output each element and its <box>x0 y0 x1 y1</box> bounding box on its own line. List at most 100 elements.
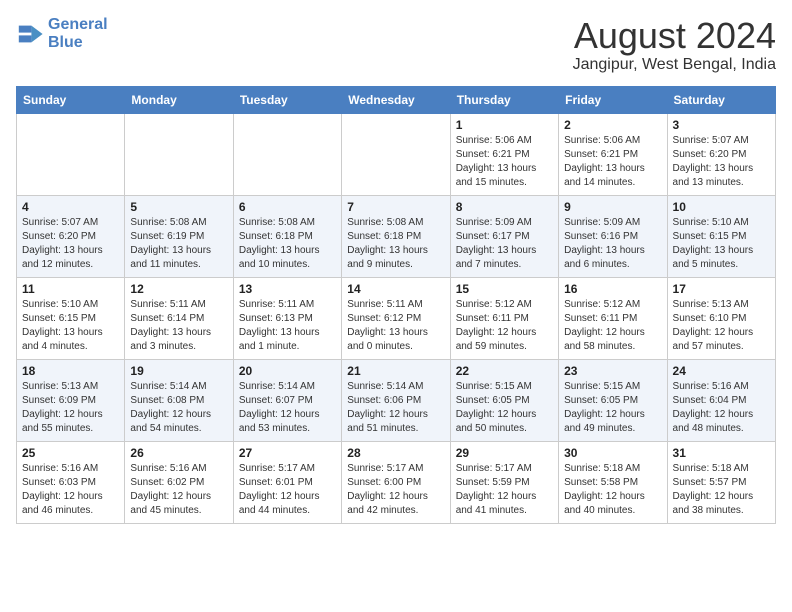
calendar-cell: 30Sunrise: 5:18 AM Sunset: 5:58 PM Dayli… <box>559 441 667 523</box>
logo-text: General Blue <box>48 16 108 52</box>
day-info: Sunrise: 5:06 AM Sunset: 6:21 PM Dayligh… <box>564 134 661 190</box>
calendar-cell <box>17 113 125 195</box>
day-number: 8 <box>456 200 553 214</box>
calendar-cell: 13 Sunrise: 5:11 AM Sunset: 6:13 PM Dayli… <box>233 277 341 359</box>
day-info: Sunrise: 5:09 AM Sunset: 6:16 PM Dayligh… <box>564 216 661 272</box>
calendar-cell: 29Sunrise: 5:17 AM Sunset: 5:59 PM Dayli… <box>450 441 558 523</box>
weekday-header-cell: Saturday <box>667 86 775 113</box>
day-info: Sunrise: 5:08 AM Sunset: 6:19 PM Dayligh… <box>130 216 227 272</box>
calendar-cell: 20 Sunrise: 5:14 AM Sunset: 6:07 PM Dayli… <box>233 359 341 441</box>
day-number: 24 <box>673 364 770 378</box>
day-info: Sunrise: 5:16 AM Sunset: 6:02 PM Dayligh… <box>130 462 227 518</box>
day-info: Sunrise: 5:12 AM Sunset: 6:11 PM Dayligh… <box>456 298 553 354</box>
day-number: 10 <box>673 200 770 214</box>
page-title: August 2024 <box>573 16 776 56</box>
day-info: Sunrise: 5:08 AM Sunset: 6:18 PM Dayligh… <box>347 216 444 272</box>
day-number: 6 <box>239 200 336 214</box>
day-number: 22 <box>456 364 553 378</box>
page-subtitle: Jangipur, West Bengal, India <box>573 56 776 74</box>
calendar-cell <box>342 113 450 195</box>
calendar-body: 1Sunrise: 5:06 AM Sunset: 6:21 PM Daylig… <box>17 113 776 523</box>
calendar-cell: 12 Sunrise: 5:11 AM Sunset: 6:14 PM Dayli… <box>125 277 233 359</box>
day-number: 12 <box>130 282 227 296</box>
weekday-header-cell: Thursday <box>450 86 558 113</box>
day-number: 9 <box>564 200 661 214</box>
day-number: 16 <box>564 282 661 296</box>
day-number: 28 <box>347 446 444 460</box>
calendar-cell: 3 Sunrise: 5:07 AM Sunset: 6:20 PM Daylig… <box>667 113 775 195</box>
day-info: Sunrise: 5:14 AM Sunset: 6:08 PM Dayligh… <box>130 380 227 436</box>
day-info: Sunrise: 5:07 AM Sunset: 6:20 PM Dayligh… <box>22 216 119 272</box>
day-number: 5 <box>130 200 227 214</box>
day-number: 2 <box>564 118 661 132</box>
day-info: Sunrise: 5:11 AM Sunset: 6:14 PM Dayligh… <box>130 298 227 354</box>
calendar-cell: 2 Sunrise: 5:06 AM Sunset: 6:21 PM Daylig… <box>559 113 667 195</box>
day-number: 13 <box>239 282 336 296</box>
calendar-cell: 23 Sunrise: 5:15 AM Sunset: 6:05 PM Dayli… <box>559 359 667 441</box>
day-info: Sunrise: 5:13 AM Sunset: 6:10 PM Dayligh… <box>673 298 770 354</box>
day-number: 25 <box>22 446 119 460</box>
day-info: Sunrise: 5:15 AM Sunset: 6:05 PM Dayligh… <box>564 380 661 436</box>
logo-icon <box>16 20 44 48</box>
calendar-table: SundayMondayTuesdayWednesdayThursdayFrid… <box>16 86 776 524</box>
calendar-cell: 22 Sunrise: 5:15 AM Sunset: 6:05 PM Dayli… <box>450 359 558 441</box>
calendar-cell: 4 Sunrise: 5:07 AM Sunset: 6:20 PM Daylig… <box>17 195 125 277</box>
day-info: Sunrise: 5:17 AM Sunset: 5:59 PM Dayligh… <box>456 462 553 518</box>
calendar-cell: 25 Sunrise: 5:16 AM Sunset: 6:03 PM Dayli… <box>17 441 125 523</box>
day-number: 27 <box>239 446 336 460</box>
day-number: 31 <box>673 446 770 460</box>
day-info: Sunrise: 5:11 AM Sunset: 6:12 PM Dayligh… <box>347 298 444 354</box>
day-info: Sunrise: 5:16 AM Sunset: 6:04 PM Dayligh… <box>673 380 770 436</box>
day-number: 18 <box>22 364 119 378</box>
calendar-cell: 10 Sunrise: 5:10 AM Sunset: 6:15 PM Dayli… <box>667 195 775 277</box>
weekday-header-row: SundayMondayTuesdayWednesdayThursdayFrid… <box>17 86 776 113</box>
calendar-week-row: 18Sunrise: 5:13 AM Sunset: 6:09 PM Dayli… <box>17 359 776 441</box>
calendar-cell: 8 Sunrise: 5:09 AM Sunset: 6:17 PM Daylig… <box>450 195 558 277</box>
day-number: 23 <box>564 364 661 378</box>
calendar-cell: 6 Sunrise: 5:08 AM Sunset: 6:18 PM Daylig… <box>233 195 341 277</box>
page-header: General Blue August 2024 Jangipur, West … <box>16 16 776 74</box>
day-info: Sunrise: 5:10 AM Sunset: 6:15 PM Dayligh… <box>22 298 119 354</box>
calendar-cell <box>233 113 341 195</box>
day-info: Sunrise: 5:10 AM Sunset: 6:15 PM Dayligh… <box>673 216 770 272</box>
calendar-cell: 31Sunrise: 5:18 AM Sunset: 5:57 PM Dayli… <box>667 441 775 523</box>
calendar-cell: 18Sunrise: 5:13 AM Sunset: 6:09 PM Dayli… <box>17 359 125 441</box>
day-info: Sunrise: 5:15 AM Sunset: 6:05 PM Dayligh… <box>456 380 553 436</box>
calendar-week-row: 4 Sunrise: 5:07 AM Sunset: 6:20 PM Daylig… <box>17 195 776 277</box>
day-number: 15 <box>456 282 553 296</box>
day-info: Sunrise: 5:16 AM Sunset: 6:03 PM Dayligh… <box>22 462 119 518</box>
calendar-cell: 27Sunrise: 5:17 AM Sunset: 6:01 PM Dayli… <box>233 441 341 523</box>
title-block: August 2024 Jangipur, West Bengal, India <box>573 16 776 74</box>
day-info: Sunrise: 5:11 AM Sunset: 6:13 PM Dayligh… <box>239 298 336 354</box>
calendar-week-row: 11Sunrise: 5:10 AM Sunset: 6:15 PM Dayli… <box>17 277 776 359</box>
day-number: 19 <box>130 364 227 378</box>
day-number: 4 <box>22 200 119 214</box>
day-number: 14 <box>347 282 444 296</box>
calendar-cell: 24 Sunrise: 5:16 AM Sunset: 6:04 PM Dayli… <box>667 359 775 441</box>
calendar-cell: 16 Sunrise: 5:12 AM Sunset: 6:11 PM Dayli… <box>559 277 667 359</box>
day-info: Sunrise: 5:09 AM Sunset: 6:17 PM Dayligh… <box>456 216 553 272</box>
day-info: Sunrise: 5:08 AM Sunset: 6:18 PM Dayligh… <box>239 216 336 272</box>
day-number: 26 <box>130 446 227 460</box>
calendar-cell: 9 Sunrise: 5:09 AM Sunset: 6:16 PM Daylig… <box>559 195 667 277</box>
calendar-cell: 11Sunrise: 5:10 AM Sunset: 6:15 PM Dayli… <box>17 277 125 359</box>
calendar-cell: 1Sunrise: 5:06 AM Sunset: 6:21 PM Daylig… <box>450 113 558 195</box>
calendar-cell: 7 Sunrise: 5:08 AM Sunset: 6:18 PM Daylig… <box>342 195 450 277</box>
calendar-week-row: 1Sunrise: 5:06 AM Sunset: 6:21 PM Daylig… <box>17 113 776 195</box>
day-info: Sunrise: 5:14 AM Sunset: 6:07 PM Dayligh… <box>239 380 336 436</box>
calendar-cell: 26 Sunrise: 5:16 AM Sunset: 6:02 PM Dayli… <box>125 441 233 523</box>
day-info: Sunrise: 5:12 AM Sunset: 6:11 PM Dayligh… <box>564 298 661 354</box>
weekday-header-cell: Tuesday <box>233 86 341 113</box>
weekday-header-cell: Monday <box>125 86 233 113</box>
day-number: 17 <box>673 282 770 296</box>
day-info: Sunrise: 5:18 AM Sunset: 5:58 PM Dayligh… <box>564 462 661 518</box>
day-info: Sunrise: 5:14 AM Sunset: 6:06 PM Dayligh… <box>347 380 444 436</box>
calendar-cell: 28Sunrise: 5:17 AM Sunset: 6:00 PM Dayli… <box>342 441 450 523</box>
day-number: 3 <box>673 118 770 132</box>
day-info: Sunrise: 5:07 AM Sunset: 6:20 PM Dayligh… <box>673 134 770 190</box>
calendar-cell: 17 Sunrise: 5:13 AM Sunset: 6:10 PM Dayli… <box>667 277 775 359</box>
day-number: 20 <box>239 364 336 378</box>
calendar-cell: 5 Sunrise: 5:08 AM Sunset: 6:19 PM Daylig… <box>125 195 233 277</box>
day-number: 7 <box>347 200 444 214</box>
calendar-cell: 14 Sunrise: 5:11 AM Sunset: 6:12 PM Dayli… <box>342 277 450 359</box>
